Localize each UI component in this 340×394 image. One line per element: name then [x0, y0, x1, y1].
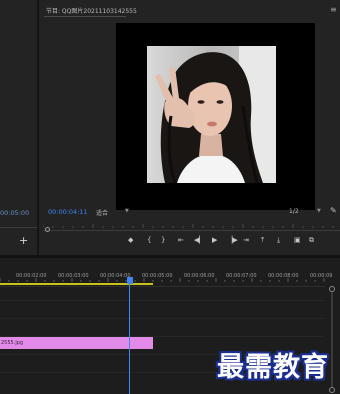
scrollbar-top-handle[interactable]	[329, 286, 335, 292]
chevron-down-icon[interactable]: ▼	[125, 208, 129, 214]
mark-out-button[interactable]: }	[161, 236, 165, 245]
mark-in-button[interactable]: {	[147, 236, 151, 245]
go-to-in-button[interactable]: ⇤	[178, 236, 184, 245]
comparison-view-button[interactable]: ⧉	[309, 236, 314, 245]
program-monitor-title[interactable]: 节目: QQ图片20211103142555	[46, 6, 137, 15]
extract-button[interactable]: ⤓	[277, 236, 280, 245]
step-back-button[interactable]: ◀▏	[194, 236, 205, 245]
panel-menu-icon[interactable]: ≡	[330, 5, 337, 14]
preview-image	[147, 46, 276, 183]
ruler-tick-label: 00:00:09	[310, 273, 333, 279]
go-to-out-button[interactable]: ⇥	[243, 236, 249, 245]
track-divider	[0, 300, 325, 301]
camera-icon[interactable]: ▣	[294, 236, 301, 245]
portrait-photo	[147, 46, 276, 183]
program-current-timecode[interactable]: 00:00:04:11	[48, 208, 88, 216]
fit-zoom-select[interactable]: 适合	[96, 208, 108, 217]
program-time-ruler[interactable]	[43, 220, 340, 229]
ruler-divider	[0, 286, 325, 287]
wrench-icon[interactable]: ✎	[330, 206, 337, 215]
scrollbar-bottom-handle[interactable]	[329, 387, 335, 393]
play-button[interactable]: ▶	[212, 236, 217, 245]
ruler-tick-label: 00:00:05:00	[142, 273, 173, 279]
ruler-tick-label: 00:00:02:00	[16, 273, 47, 279]
track-divider	[0, 318, 325, 319]
ruler-tick-label: 00:00:08:00	[268, 273, 299, 279]
watermark-text: 最需教育	[217, 352, 329, 383]
lift-button[interactable]: ⤒	[261, 236, 264, 245]
timeline-vertical-scrollbar[interactable]	[331, 292, 333, 388]
playhead-line[interactable]	[129, 283, 130, 394]
source-timecode[interactable]: 00:05:00	[0, 209, 29, 217]
tab-underline	[44, 16, 126, 17]
add-button[interactable]: +	[19, 234, 28, 247]
chevron-down-icon[interactable]: ▼	[317, 208, 321, 214]
playback-resolution-select[interactable]: 1/2	[289, 208, 299, 215]
ruler-tick-label: 00:00:07:00	[226, 273, 257, 279]
add-marker-button[interactable]: ◆	[128, 236, 133, 245]
clip-label: 2555.jpg	[1, 340, 24, 346]
source-scrub-line	[0, 227, 37, 228]
ruler-tick-label: 00:00:04:00	[100, 273, 131, 279]
step-forward-button[interactable]: ▕▶	[227, 236, 238, 245]
scrub-bar-start-handle[interactable]	[45, 227, 50, 232]
playhead-handle[interactable]	[127, 277, 133, 284]
ruler-tick-label: 00:00:03:00	[58, 273, 89, 279]
program-scrub-bar[interactable]	[43, 230, 340, 231]
ruler-tick-label: 00:00:06:00	[184, 273, 215, 279]
